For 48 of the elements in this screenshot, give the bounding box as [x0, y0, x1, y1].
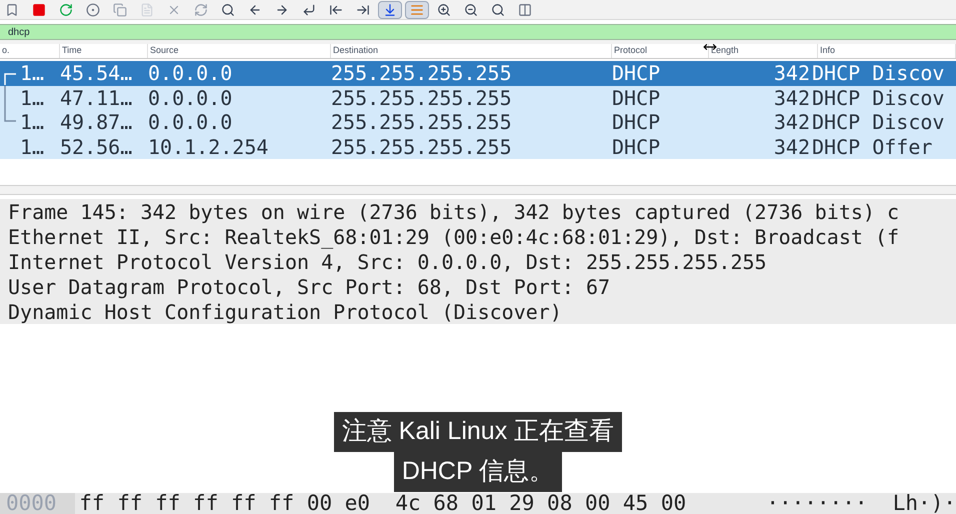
column-header[interactable]: Protocol [612, 44, 709, 58]
table-cell-text: 255.255.255.255 [331, 134, 513, 161]
table-cell-text: 255.255.255.255 [331, 109, 513, 136]
table-cell-text: 255.255.255.255 [331, 60, 513, 88]
column-header[interactable]: Time [60, 44, 148, 58]
table-cell-text: 1… [20, 109, 46, 136]
table-cell-text: 0.0.0.0 [148, 60, 234, 88]
colorize-icon[interactable] [405, 0, 429, 18]
table-cell-text: DHCP Discov [812, 109, 944, 136]
packet-row[interactable]: 1… 52.56… 10.1.2.254 255.255.255.255 DHCP 342 DHCP Offer [0, 134, 956, 159]
table-cell-text: 342 [772, 84, 811, 112]
table-cell-text: 52.56… [60, 134, 134, 161]
column-header[interactable]: Info [818, 44, 956, 58]
table-cell-text: 1… [20, 60, 46, 88]
table-cell-text: DHCP [612, 84, 662, 112]
subtitle-caption: DHCP 信息。 [394, 452, 562, 492]
packet-row[interactable]: 1… 49.87… 0.0.0.0 255.255.255.255 DHCP 342 DHCP Discov [0, 110, 956, 134]
hex-offset: 0000 [0, 493, 76, 514]
hex-bytes: ff ff ff ff ff ff 00 e0 4c 68 01 29 08 00 45 00 [79, 493, 688, 514]
table-cell-text: 1… [20, 134, 46, 161]
table-cell-text: 342 [772, 60, 811, 88]
table-cell-text: 0.0.0.0 [148, 109, 234, 136]
table-cell-text: 255.255.255.255 [331, 84, 513, 112]
table-cell-text: DHCP [612, 60, 662, 88]
table-cell-text: DHCP Discov [812, 84, 944, 112]
table-cell-text: 342 [772, 134, 811, 161]
table-cell-text: DHCP [612, 109, 662, 136]
column-header[interactable]: Destination [331, 44, 612, 58]
autoscroll-icon[interactable] [378, 0, 402, 18]
column-header[interactable]: Length [709, 44, 818, 58]
filter-field[interactable]: dhcp [0, 24, 956, 40]
table-cell-text: 1… [20, 84, 46, 112]
table-cell-text: 0.0.0.0 [148, 84, 234, 112]
splitter-handle[interactable] [0, 185, 956, 195]
packet-row[interactable]: 1… 45.54… 0.0.0.0 255.255.255.255 DHCP 342 DHCP Discov [0, 61, 956, 86]
table-cell-text: 342 [772, 109, 811, 136]
table-cell-text: DHCP Discov [812, 60, 944, 88]
column-header[interactable]: o. [0, 44, 60, 58]
table-cell-text: 10.1.2.254 [148, 134, 270, 161]
table-cell-text: 45.54… [60, 60, 134, 88]
column-header[interactable]: Source [148, 44, 331, 58]
table-cell-text: 47.11… [60, 84, 134, 112]
packet-row[interactable]: 1… 47.11… 0.0.0.0 255.255.255.255 DHCP 342 DHCP Discov [0, 86, 956, 110]
hex-ascii: ········ Lh·)· [766, 493, 956, 514]
table-cell-text: DHCP [612, 134, 662, 161]
subtitle-caption: 注意 Kali Linux 正在查看 [334, 412, 622, 452]
table-cell-text: DHCP Offer [812, 134, 932, 161]
table-cell-text: 49.87… [60, 109, 134, 136]
